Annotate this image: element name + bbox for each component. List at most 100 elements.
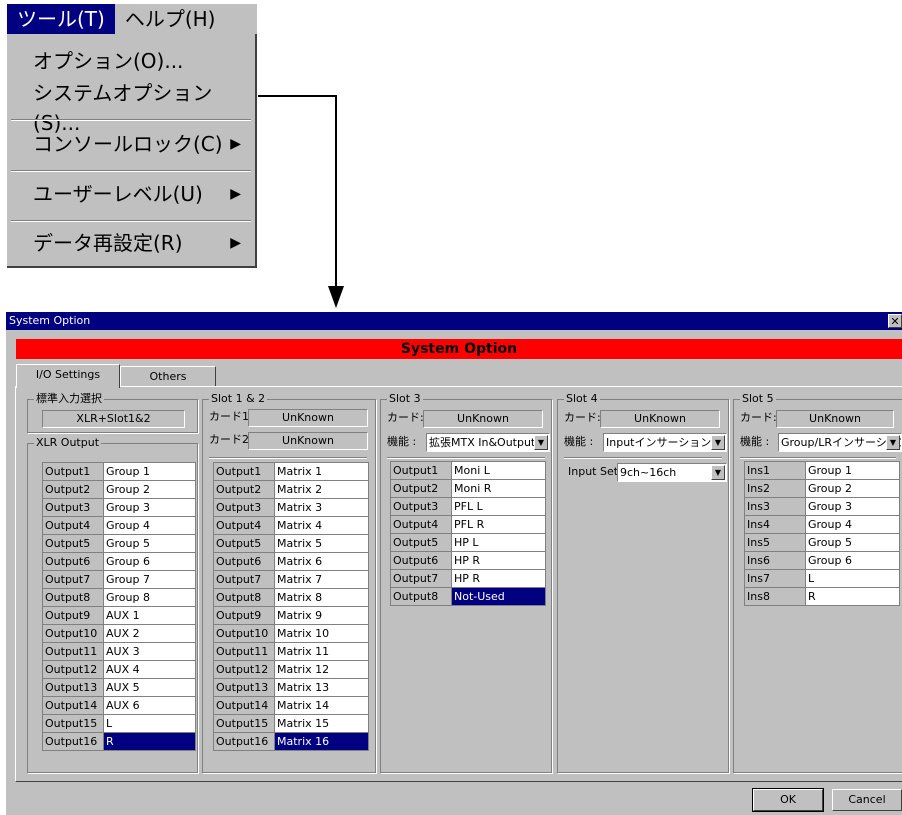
row-assignment-cell[interactable]: R (103, 732, 196, 751)
input-set-select[interactable]: 9ch~16ch ▼ (617, 463, 727, 482)
row-assignment-cell[interactable]: HP R (451, 569, 546, 588)
table-row[interactable]: Ins3 Group 3 (744, 497, 900, 516)
table-row[interactable]: Output6 HP R (390, 551, 546, 570)
table-row[interactable]: Output1 Matrix 1 (213, 462, 369, 481)
table-row[interactable]: Output8 Group 8 (42, 588, 196, 607)
row-assignment-cell[interactable]: Group 8 (103, 588, 196, 607)
row-assignment-cell[interactable]: Not-Used (451, 587, 546, 606)
row-assignment-cell[interactable]: Group 3 (103, 498, 196, 517)
menu-item-options[interactable]: オプション(O)... (33, 46, 241, 76)
table-row[interactable]: Output2 Moni R (390, 479, 546, 498)
slot12-output-table[interactable]: Output1 Matrix 1 Output2 Matrix 2 Output3 Mat… (213, 462, 369, 751)
table-row[interactable]: Ins5 Group 5 (744, 533, 900, 552)
row-assignment-cell[interactable]: Matrix 8 (274, 588, 369, 607)
table-row[interactable]: Output16 Matrix 16 (213, 732, 369, 751)
table-row[interactable]: Output14 AUX 6 (42, 696, 196, 715)
row-assignment-cell[interactable]: Matrix 12 (274, 660, 369, 679)
table-row[interactable]: Output1 Group 1 (42, 462, 196, 481)
table-row[interactable]: Output1 Moni L (390, 461, 546, 480)
table-row[interactable]: Output10 AUX 2 (42, 624, 196, 643)
row-assignment-cell[interactable]: AUX 2 (103, 624, 196, 643)
table-row[interactable]: Output9 AUX 1 (42, 606, 196, 625)
table-row[interactable]: Output2 Matrix 2 (213, 480, 369, 499)
row-assignment-cell[interactable]: Matrix 1 (274, 462, 369, 481)
row-assignment-cell[interactable]: Group 1 (103, 462, 196, 481)
row-assignment-cell[interactable]: Matrix 9 (274, 606, 369, 625)
table-row[interactable]: Output5 Group 5 (42, 534, 196, 553)
table-row[interactable]: Ins4 Group 4 (744, 515, 900, 534)
row-assignment-cell[interactable]: Moni R (451, 479, 546, 498)
row-assignment-cell[interactable]: Group 6 (103, 552, 196, 571)
menu-item-console-lock[interactable]: コンソールロック(C) ▶ (33, 129, 241, 159)
dropdown-arrow-icon[interactable]: ▼ (711, 435, 725, 450)
table-row[interactable]: Ins8 R (744, 587, 900, 606)
xlr-output-table[interactable]: Output1 Group 1 Output2 Group 2 Output3 Group… (42, 462, 196, 751)
row-assignment-cell[interactable]: Group 4 (103, 516, 196, 535)
table-row[interactable]: Output3 Group 3 (42, 498, 196, 517)
table-row[interactable]: Output2 Group 2 (42, 480, 196, 499)
table-row[interactable]: Output15 L (42, 714, 196, 733)
slot3-function-select[interactable]: 拡張MTX In&Output ▼ (426, 433, 550, 452)
row-assignment-cell[interactable]: Group 1 (805, 461, 900, 480)
table-row[interactable]: Ins1 Group 1 (744, 461, 900, 480)
row-assignment-cell[interactable]: Matrix 11 (274, 642, 369, 661)
row-assignment-cell[interactable]: AUX 1 (103, 606, 196, 625)
row-assignment-cell[interactable]: Matrix 7 (274, 570, 369, 589)
table-row[interactable]: Ins6 Group 6 (744, 551, 900, 570)
row-assignment-cell[interactable]: L (103, 714, 196, 733)
table-row[interactable]: Output4 Group 4 (42, 516, 196, 535)
table-row[interactable]: Output10 Matrix 10 (213, 624, 369, 643)
menu-tools[interactable]: ツール(T) (7, 4, 115, 34)
row-assignment-cell[interactable]: Matrix 3 (274, 498, 369, 517)
table-row[interactable]: Output3 PFL L (390, 497, 546, 516)
row-assignment-cell[interactable]: Group 5 (805, 533, 900, 552)
row-assignment-cell[interactable]: AUX 3 (103, 642, 196, 661)
table-row[interactable]: Output15 Matrix 15 (213, 714, 369, 733)
table-row[interactable]: Output12 AUX 4 (42, 660, 196, 679)
table-row[interactable]: Output4 Matrix 4 (213, 516, 369, 535)
dropdown-arrow-icon[interactable]: ▼ (534, 435, 548, 450)
row-assignment-cell[interactable]: L (805, 569, 900, 588)
table-row[interactable]: Output11 Matrix 11 (213, 642, 369, 661)
ok-button[interactable]: OK (752, 788, 824, 812)
row-assignment-cell[interactable]: Matrix 16 (274, 732, 369, 751)
row-assignment-cell[interactable]: Group 2 (103, 480, 196, 499)
table-row[interactable]: Output6 Matrix 6 (213, 552, 369, 571)
row-assignment-cell[interactable]: HP L (451, 533, 546, 552)
table-row[interactable]: Output16 R (42, 732, 196, 751)
table-row[interactable]: Output7 Group 7 (42, 570, 196, 589)
table-row[interactable]: Output12 Matrix 12 (213, 660, 369, 679)
row-assignment-cell[interactable]: AUX 5 (103, 678, 196, 697)
dropdown-arrow-icon[interactable]: ▼ (886, 435, 900, 450)
table-row[interactable]: Output7 HP R (390, 569, 546, 588)
close-button[interactable]: ✕ (888, 314, 902, 328)
table-row[interactable]: Output5 HP L (390, 533, 546, 552)
row-assignment-cell[interactable]: Group 3 (805, 497, 900, 516)
table-row[interactable]: Ins2 Group 2 (744, 479, 900, 498)
tab-others[interactable]: Others (120, 366, 216, 386)
cancel-button[interactable]: Cancel (832, 789, 902, 811)
row-assignment-cell[interactable]: AUX 6 (103, 696, 196, 715)
menu-help[interactable]: ヘルプ(H) (115, 4, 226, 34)
slot5-function-select[interactable]: Group/LRインサーション ▼ (778, 433, 902, 452)
table-row[interactable]: Output8 Not-Used (390, 587, 546, 606)
table-row[interactable]: Output14 Matrix 14 (213, 696, 369, 715)
row-assignment-cell[interactable]: Matrix 10 (274, 624, 369, 643)
row-assignment-cell[interactable]: Group 2 (805, 479, 900, 498)
table-row[interactable]: Output13 AUX 5 (42, 678, 196, 697)
row-assignment-cell[interactable]: HP R (451, 551, 546, 570)
dropdown-arrow-icon[interactable]: ▼ (711, 465, 725, 480)
row-assignment-cell[interactable]: Matrix 4 (274, 516, 369, 535)
table-row[interactable]: Output4 PFL R (390, 515, 546, 534)
menu-item-data-reset[interactable]: データ再設定(R) ▶ (33, 228, 241, 258)
table-row[interactable]: Output9 Matrix 9 (213, 606, 369, 625)
row-assignment-cell[interactable]: Moni L (451, 461, 546, 480)
row-assignment-cell[interactable]: R (805, 587, 900, 606)
table-row[interactable]: Output8 Matrix 8 (213, 588, 369, 607)
table-row[interactable]: Output6 Group 6 (42, 552, 196, 571)
table-row[interactable]: Output7 Matrix 7 (213, 570, 369, 589)
row-assignment-cell[interactable]: Matrix 2 (274, 480, 369, 499)
slot3-output-table[interactable]: Output1 Moni L Output2 Moni R Output3 PFL L Ou… (390, 461, 546, 606)
row-assignment-cell[interactable]: Matrix 13 (274, 678, 369, 697)
row-assignment-cell[interactable]: PFL R (451, 515, 546, 534)
